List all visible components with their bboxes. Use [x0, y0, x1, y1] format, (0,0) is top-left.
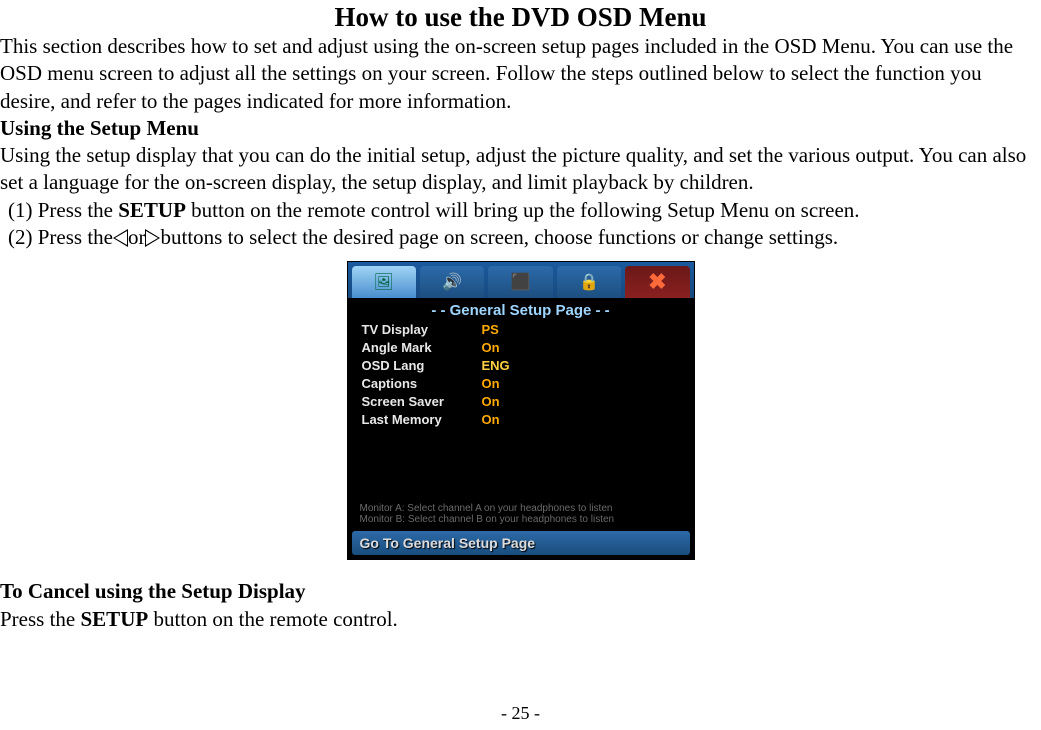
arrow-right-icon: [145, 229, 160, 247]
step-1: (1) Press the SETUP button on the remote…: [0, 197, 1041, 224]
osd-screenshot: 🖼 🔊 ⬛ 🔒 ✖ - - General Setup Page - - TV …: [0, 261, 1041, 560]
osd-row: Angle MarkOn: [362, 339, 680, 357]
osd-row-value: On: [482, 375, 500, 393]
osd-tab-general[interactable]: 🖼: [352, 266, 416, 298]
osd-hint-line: Monitor A: Select channel A on your head…: [360, 503, 682, 514]
osd-tab-close[interactable]: ✖: [625, 266, 689, 298]
osd-row: OSD LangENG: [362, 357, 680, 375]
osd-row-value: On: [482, 339, 500, 357]
cancel-suffix: button on the remote control.: [148, 607, 398, 631]
osd-row-label[interactable]: OSD Lang: [362, 357, 482, 375]
using-setup-body: Using the setup display that you can do …: [0, 142, 1041, 197]
arrow-left-icon: [113, 229, 128, 247]
osd-row-value: On: [482, 393, 500, 411]
osd-row-label[interactable]: Screen Saver: [362, 393, 482, 411]
cancel-heading: To Cancel using the Setup Display: [0, 578, 1041, 605]
osd-row-label[interactable]: TV Display: [362, 321, 482, 339]
osd-row-value: PS: [482, 321, 499, 339]
speaker-icon: 🔊: [442, 272, 462, 292]
step2-prefix: (2) Press the: [8, 225, 113, 249]
osd-row: Screen SaverOn: [362, 393, 680, 411]
step1-prefix: (1) Press the: [8, 198, 118, 222]
osd-hint-line: Monitor B: Select channel B on your head…: [360, 514, 682, 525]
osd-row-label[interactable]: Last Memory: [362, 411, 482, 429]
osd-tab-bar: 🖼 🔊 ⬛ 🔒 ✖: [348, 262, 694, 298]
osd-menu-list: TV DisplayPS Angle MarkOn OSD LangENG Ca…: [348, 321, 694, 433]
step2-mid: or: [128, 225, 146, 249]
picture-icon: 🖼: [374, 272, 394, 292]
osd-row: CaptionsOn: [362, 375, 680, 393]
osd-row-label[interactable]: Angle Mark: [362, 339, 482, 357]
cancel-body: Press the SETUP button on the remote con…: [0, 606, 1041, 633]
osd-tab-video[interactable]: ⬛: [488, 266, 552, 298]
lock-icon: 🔒: [579, 272, 599, 292]
osd-tab-preference[interactable]: 🔒: [557, 266, 621, 298]
using-setup-heading: Using the Setup Menu: [0, 115, 1041, 142]
step-2: (2) Press the or buttons to select the des…: [0, 224, 1041, 251]
step2-suffix: buttons to select the desired page on sc…: [160, 225, 838, 249]
close-icon: ✖: [648, 269, 666, 295]
osd-row-value: ENG: [482, 357, 510, 375]
square-icon: ⬛: [511, 272, 531, 292]
osd-footer: Go To General Setup Page: [352, 531, 690, 555]
osd-row-value: On: [482, 411, 500, 429]
osd-page-header: - - General Setup Page - -: [348, 298, 694, 321]
osd-tab-audio[interactable]: 🔊: [420, 266, 484, 298]
intro-paragraph: This section describes how to set and ad…: [0, 33, 1041, 115]
page-title: How to use the DVD OSD Menu: [0, 2, 1041, 33]
osd-row: Last MemoryOn: [362, 411, 680, 429]
osd-row-label[interactable]: Captions: [362, 375, 482, 393]
osd-row: TV DisplayPS: [362, 321, 680, 339]
cancel-prefix: Press the: [0, 607, 81, 631]
cancel-setup-word: SETUP: [81, 607, 149, 631]
step1-setup-word: SETUP: [118, 198, 186, 222]
page-number: - 25 -: [0, 703, 1041, 724]
osd-hint: Monitor A: Select channel A on your head…: [348, 433, 694, 529]
step1-suffix: button on the remote control will bring …: [186, 198, 860, 222]
